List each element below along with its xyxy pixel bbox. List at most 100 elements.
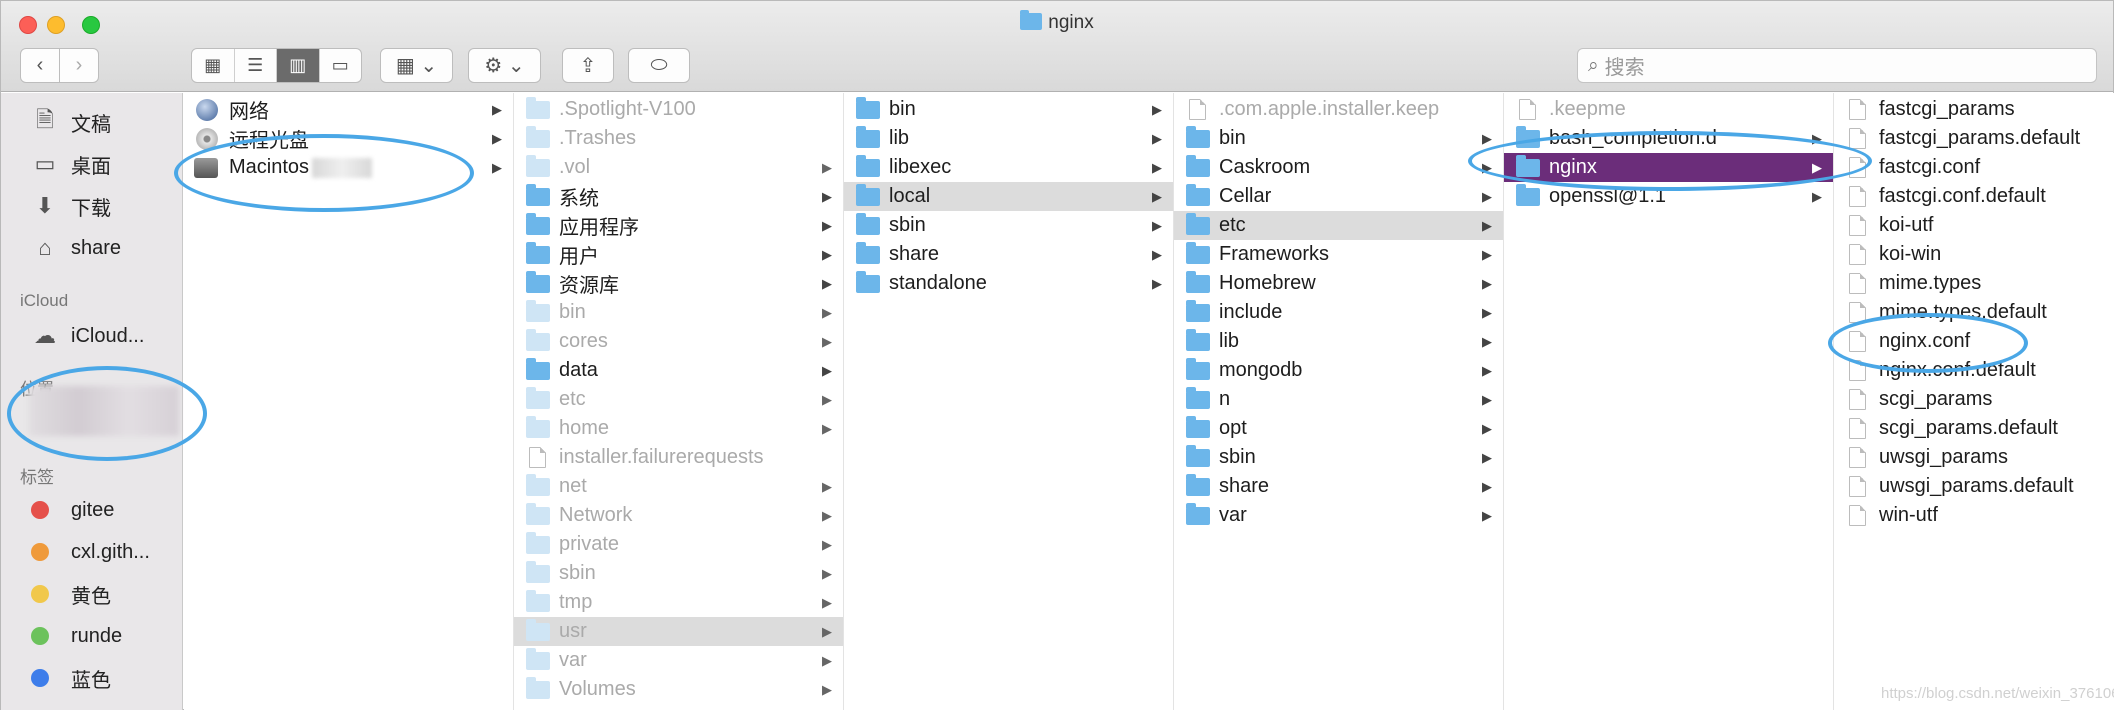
folder-row[interactable]: etc ▶ (514, 385, 843, 414)
disclosure-arrow-icon: ▶ (1152, 217, 1162, 233)
file-row[interactable]: uwsgi_params.default (1834, 472, 2114, 501)
action-button[interactable]: ⚙ ⌄ (468, 48, 541, 83)
folder-row[interactable]: Caskroom ▶ (1174, 153, 1503, 182)
folder-row[interactable]: local ▶ (844, 182, 1173, 211)
icon-view-button[interactable]: ▦ (192, 49, 235, 82)
folder-row[interactable]: Volumes ▶ (514, 675, 843, 704)
item-name: mongodb (1219, 359, 1303, 381)
file-row[interactable]: fastcgi_params.default (1834, 124, 2114, 153)
file-row[interactable]: nginx.conf (1834, 327, 2114, 356)
file-icon (1849, 302, 1866, 323)
tag-button[interactable]: ⬭ (628, 48, 690, 83)
sidebar-item-share[interactable]: ⌂ share (31, 231, 121, 265)
folder-row[interactable]: home ▶ (514, 414, 843, 443)
file-row[interactable]: mime.types (1834, 269, 2114, 298)
sidebar-tag-runde[interactable]: runde (23, 619, 122, 653)
folder-row[interactable]: 网络 ▶ (184, 95, 513, 124)
file-row[interactable]: scgi_params.default (1834, 414, 2114, 443)
folder-row[interactable]: lib ▶ (844, 124, 1173, 153)
file-row[interactable]: .keepme (1504, 95, 1833, 124)
gallery-view-button[interactable]: ▭ (320, 49, 362, 82)
folder-row[interactable]: Cellar ▶ (1174, 182, 1503, 211)
folder-row[interactable]: 资源库 ▶ (514, 269, 843, 298)
file-row[interactable]: fastcgi.conf.default (1834, 182, 2114, 211)
disclosure-arrow-icon: ▶ (1152, 275, 1162, 291)
share-button[interactable]: ⇪ (562, 48, 614, 83)
folder-row[interactable]: data ▶ (514, 356, 843, 385)
file-row[interactable]: fastcgi.conf (1834, 153, 2114, 182)
folder-row[interactable]: cores ▶ (514, 327, 843, 356)
file-row[interactable]: .com.apple.installer.keep (1174, 95, 1503, 124)
sidebar-item-documents[interactable]: 🗎 文稿 (31, 105, 111, 139)
folder-row[interactable]: net ▶ (514, 472, 843, 501)
folder-icon (526, 590, 550, 612)
sidebar-tag-yellow[interactable]: 黄色 (23, 577, 111, 611)
sidebar-item-downloads[interactable]: ⬇ 下载 (31, 189, 111, 223)
file-row[interactable]: koi-win (1834, 240, 2114, 269)
folder-row[interactable]: libexec ▶ (844, 153, 1173, 182)
file-row[interactable]: uwsgi_params (1834, 443, 2114, 472)
folder-row[interactable]: sbin ▶ (1174, 443, 1503, 472)
file-row[interactable]: installer.failurerequests (514, 443, 843, 472)
grid-icon: ▦ ⌄ (395, 55, 438, 77)
folder-row[interactable]: lib ▶ (1174, 327, 1503, 356)
file-row[interactable]: koi-utf (1834, 211, 2114, 240)
folder-row[interactable]: 用户 ▶ (514, 240, 843, 269)
sidebar-item-desktop[interactable]: ▭ 桌面 (31, 147, 111, 181)
folder-row[interactable]: share ▶ (844, 240, 1173, 269)
folder-row[interactable]: Frameworks ▶ (1174, 240, 1503, 269)
folder-row[interactable]: sbin ▶ (514, 559, 843, 588)
folder-row[interactable]: usr ▶ (514, 617, 843, 646)
folder-row[interactable]: Homebrew ▶ (1174, 269, 1503, 298)
folder-row[interactable]: opt ▶ (1174, 414, 1503, 443)
file-row[interactable]: win-utf (1834, 501, 2114, 530)
item-name: share (889, 243, 940, 265)
sidebar-tag-blue[interactable]: 蓝色 (23, 661, 111, 695)
folder-row[interactable]: sbin ▶ (844, 211, 1173, 240)
file-icon (1849, 99, 1866, 120)
folder-row[interactable]: bin ▶ (844, 95, 1173, 124)
folder-row[interactable]: bash_completion.d ▶ (1504, 124, 1833, 153)
folder-row[interactable]: share ▶ (1174, 472, 1503, 501)
forward-button[interactable]: › (59, 48, 99, 83)
folder-row[interactable]: 系统 ▶ (514, 182, 843, 211)
folder-row[interactable]: etc ▶ (1174, 211, 1503, 240)
folder-row[interactable]: var ▶ (514, 646, 843, 675)
sidebar-tag-gitee[interactable]: gitee (23, 493, 114, 527)
arrange-button[interactable]: ▦ ⌄ (380, 48, 453, 83)
folder-row[interactable]: 远程光盘 ▶ (184, 124, 513, 153)
folder-icon (526, 300, 550, 322)
folder-row[interactable]: Network ▶ (514, 501, 843, 530)
folder-row[interactable]: bin ▶ (1174, 124, 1503, 153)
folder-row[interactable]: private ▶ (514, 530, 843, 559)
folder-row[interactable]: .vol ▶ (514, 153, 843, 182)
folder-row[interactable]: .Trashes (514, 124, 843, 153)
folder-row[interactable]: standalone ▶ (844, 269, 1173, 298)
folder-row[interactable]: 应用程序 ▶ (514, 211, 843, 240)
list-view-button[interactable]: ☰ (235, 49, 277, 82)
disclosure-arrow-icon: ▶ (492, 101, 502, 117)
back-button[interactable]: ‹ (20, 48, 60, 83)
item-name: tmp (559, 591, 593, 613)
search-field[interactable]: ⌕ 搜索 (1577, 48, 2097, 83)
folder-row[interactable]: bin ▶ (514, 298, 843, 327)
folder-icon (1186, 503, 1210, 525)
file-row[interactable]: scgi_params (1834, 385, 2114, 414)
folder-row[interactable]: openssl@1.1 ▶ (1504, 182, 1833, 211)
file-row[interactable]: fastcgi_params (1834, 95, 2114, 124)
folder-row[interactable]: tmp ▶ (514, 588, 843, 617)
item-name: home (559, 417, 610, 439)
folder-row[interactable]: n ▶ (1174, 385, 1503, 414)
sidebar-item-icloud[interactable]: ☁ iCloud... (31, 319, 144, 353)
folder-icon (1186, 242, 1210, 264)
folder-row[interactable]: mongodb ▶ (1174, 356, 1503, 385)
folder-row[interactable]: .Spotlight-V100 (514, 95, 843, 124)
folder-row[interactable]: include ▶ (1174, 298, 1503, 327)
item-name: Macintos (229, 156, 310, 178)
folder-row[interactable]: var ▶ (1174, 501, 1503, 530)
column-view-button[interactable]: ▥ (277, 49, 320, 82)
sidebar-tag-cxl[interactable]: cxl.gith... (23, 535, 150, 569)
file-row[interactable]: nginx.conf.default (1834, 356, 2114, 385)
folder-row[interactable]: nginx ▶ (1504, 153, 1833, 182)
file-row[interactable]: mime.types.default (1834, 298, 2114, 327)
